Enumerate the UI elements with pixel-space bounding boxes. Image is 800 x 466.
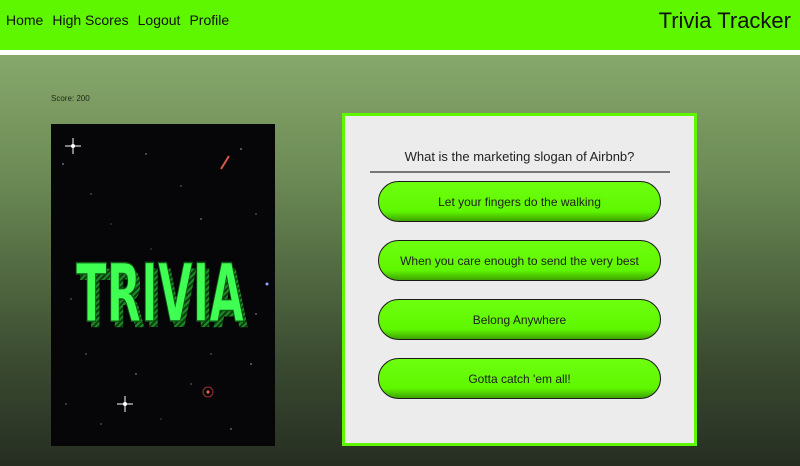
question-text: What is the marketing slogan of Airbnb?: [404, 149, 635, 164]
nav-link-logout[interactable]: Logout: [138, 12, 181, 28]
answer-button-4[interactable]: Gotta catch 'em all!: [378, 358, 661, 399]
question-underline: [370, 171, 670, 173]
question-card: What is the marketing slogan of Airbnb? …: [342, 113, 697, 446]
answer-button-1[interactable]: Let your fingers do the walking: [378, 181, 661, 222]
score-label: Score: 200: [51, 94, 90, 103]
answer-button-3[interactable]: Belong Anywhere: [378, 299, 661, 340]
nav-links: Home High Scores Logout Profile: [6, 12, 229, 28]
top-navbar: Home High Scores Logout Profile Trivia T…: [0, 0, 800, 50]
trivia-image: TRIVIA TRIVIA: [51, 124, 275, 446]
game-area: Score: 200 TRIVIA TRIVIA What is the mar…: [0, 55, 800, 466]
brand-title[interactable]: Trivia Tracker: [659, 8, 791, 34]
nav-link-high-scores[interactable]: High Scores: [52, 12, 128, 28]
svg-text:TRIVIA: TRIVIA: [76, 247, 244, 340]
answer-button-2[interactable]: When you care enough to send the very be…: [378, 240, 661, 281]
nav-link-profile[interactable]: Profile: [189, 12, 229, 28]
nav-link-home[interactable]: Home: [6, 12, 43, 28]
trivia-starfield-art: TRIVIA TRIVIA: [51, 124, 275, 446]
